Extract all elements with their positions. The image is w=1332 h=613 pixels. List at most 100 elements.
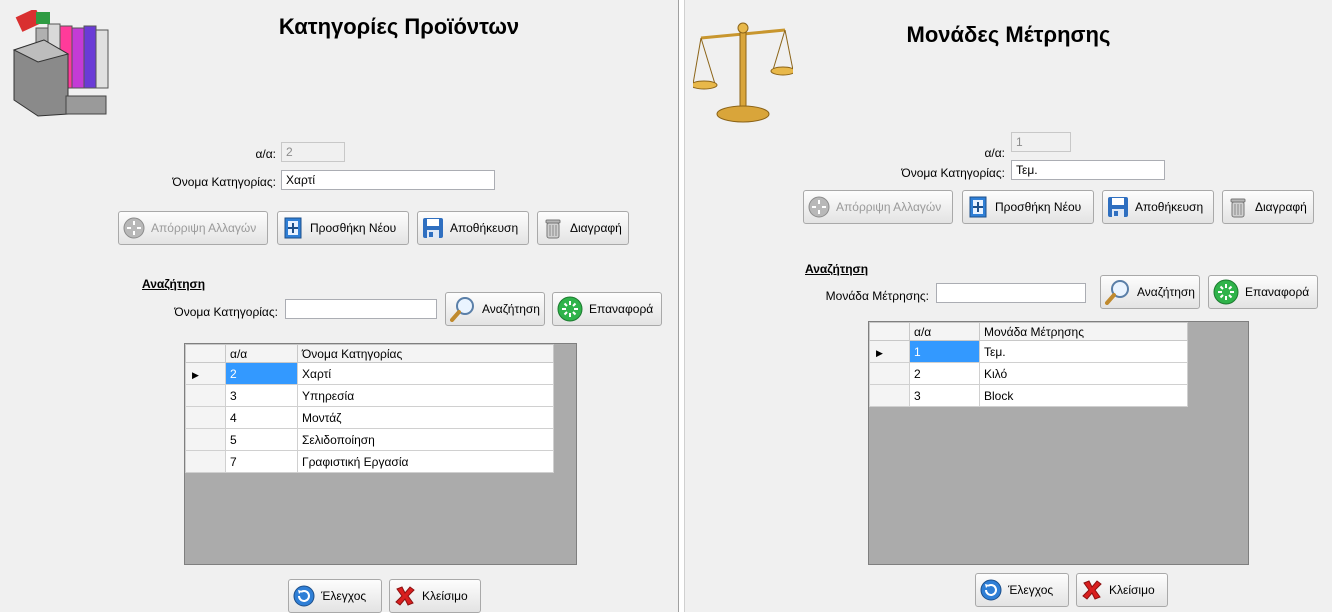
search-label: Μονάδα Μέτρησης: xyxy=(825,289,929,303)
delete-button[interactable]: Διαγραφή xyxy=(537,211,629,245)
delete-label: Διαγραφή xyxy=(1255,200,1307,214)
aa-label: α/α: xyxy=(255,147,276,161)
table-row[interactable]: 3 Block xyxy=(869,384,1188,407)
row-selector[interactable] xyxy=(869,384,910,407)
aa-field: 1 xyxy=(1011,132,1071,152)
magnifier-icon xyxy=(1105,280,1129,305)
save-label: Αποθήκευση xyxy=(450,221,519,235)
close-label: Κλείσιμο xyxy=(1109,583,1155,597)
discard-icon xyxy=(123,217,145,239)
magnifier-icon xyxy=(450,297,474,322)
name-label: Όνομα Κατηγορίας: xyxy=(172,175,276,189)
id-cell[interactable]: 1 xyxy=(909,340,980,363)
category-name-input[interactable]: Χαρτί xyxy=(281,170,495,190)
reset-button[interactable]: Επαναφορά xyxy=(1208,275,1318,309)
name-cell[interactable]: Τεμ. xyxy=(979,340,1188,363)
name-cell[interactable]: Υπηρεσία xyxy=(297,384,554,407)
column-header-aa[interactable]: α/α xyxy=(909,322,980,341)
table-row[interactable]: 3 Υπηρεσία xyxy=(185,384,554,407)
search-section-label: Αναζήτηση xyxy=(142,277,206,291)
row-selector[interactable] xyxy=(185,384,226,407)
table-row[interactable]: ▶ 2 Χαρτί xyxy=(185,362,554,385)
close-label: Κλείσιμο xyxy=(422,589,468,603)
close-button[interactable]: Κλείσιμο xyxy=(389,579,481,613)
delete-button[interactable]: Διαγραφή xyxy=(1222,190,1314,224)
discard-icon xyxy=(808,196,830,218)
search-button[interactable]: Αναζήτηση xyxy=(445,292,545,326)
reset-button-label: Επαναφορά xyxy=(1245,285,1310,299)
save-label: Αποθήκευση xyxy=(1135,200,1204,214)
name-cell[interactable]: Μοντάζ xyxy=(297,406,554,429)
row-selector[interactable]: ▶ xyxy=(869,340,910,363)
column-header-name[interactable]: Όνομα Κατηγορίας xyxy=(297,344,554,363)
row-selector[interactable]: ▶ xyxy=(185,362,226,385)
discard-changes-label: Απόρριψη Αλλαγών xyxy=(836,200,942,214)
id-cell[interactable]: 7 xyxy=(225,450,298,473)
floppy-disk-icon xyxy=(1108,197,1128,217)
id-cell[interactable]: 2 xyxy=(909,362,980,385)
row-header-corner xyxy=(185,344,226,363)
units-grid[interactable]: α/α Μονάδα Μέτρησης ▶ 1 Τεμ. 2 Κιλό 3 Bl… xyxy=(868,321,1249,565)
grid-header-row: α/α Όνομα Κατηγορίας xyxy=(185,344,554,363)
discard-changes-label: Απόρριψη Αλλαγών xyxy=(151,221,257,235)
id-cell[interactable]: 4 xyxy=(225,406,298,429)
id-cell[interactable]: 3 xyxy=(909,384,980,407)
row-selector[interactable] xyxy=(869,362,910,385)
name-cell[interactable]: Γραφιστική Εργασία xyxy=(297,450,554,473)
save-button[interactable]: Αποθήκευση xyxy=(1102,190,1214,224)
check-button[interactable]: Έλεγχος xyxy=(288,579,382,613)
add-new-icon xyxy=(969,196,987,218)
id-cell[interactable]: 5 xyxy=(225,428,298,451)
current-row-arrow-icon: ▶ xyxy=(192,369,199,380)
categories-table: α/α Όνομα Κατηγορίας ▶ 2 Χαρτί 3 Υπηρεσί… xyxy=(185,344,554,473)
trash-can-icon xyxy=(1230,198,1246,218)
table-row[interactable]: 2 Κιλό xyxy=(869,362,1188,385)
add-new-button[interactable]: Προσθήκη Νέου xyxy=(962,190,1094,224)
id-cell[interactable]: 2 xyxy=(225,362,298,385)
name-cell[interactable]: Σελιδοποίηση xyxy=(297,428,554,451)
search-section-label: Αναζήτηση xyxy=(805,262,869,276)
panel-divider xyxy=(678,0,685,612)
reset-icon xyxy=(1213,279,1239,305)
reset-button-label: Επαναφορά xyxy=(589,302,654,316)
save-button[interactable]: Αποθήκευση xyxy=(417,211,529,245)
table-row[interactable]: ▶ 1 Τεμ. xyxy=(869,340,1188,363)
name-cell[interactable]: Κιλό xyxy=(979,362,1188,385)
add-new-label: Προσθήκη Νέου xyxy=(310,221,397,235)
column-header-aa[interactable]: α/α xyxy=(225,344,298,363)
table-row[interactable]: 5 Σελιδοποίηση xyxy=(185,428,554,451)
table-row[interactable]: 7 Γραφιστική Εργασία xyxy=(185,450,554,473)
column-header-name[interactable]: Μονάδα Μέτρησης xyxy=(979,322,1188,341)
discard-changes-button[interactable]: Απόρριψη Αλλαγών xyxy=(118,211,268,245)
product-categories-form: Κατηγορίες Προϊόντων α/α: 2 Όνομα Κατηγο… xyxy=(0,0,678,613)
red-x-icon xyxy=(1082,580,1102,600)
search-button[interactable]: Αναζήτηση xyxy=(1100,275,1200,309)
name-label: Όνομα Κατηγορίας: xyxy=(901,166,1005,180)
aa-label: α/α: xyxy=(984,146,1005,160)
refresh-icon xyxy=(293,585,315,607)
row-selector[interactable] xyxy=(185,406,226,429)
discard-changes-button[interactable]: Απόρριψη Αλλαγών xyxy=(803,190,953,224)
unit-name-input[interactable]: Τεμ. xyxy=(1011,160,1165,180)
table-row[interactable]: 4 Μοντάζ xyxy=(185,406,554,429)
add-new-icon xyxy=(284,217,302,239)
search-input[interactable] xyxy=(936,283,1086,303)
check-button[interactable]: Έλεγχος xyxy=(975,573,1069,607)
units-of-measure-form: Μονάδες Μέτρησης α/α: 1 Όνομα Κατηγορίας… xyxy=(685,0,1332,612)
categories-grid[interactable]: α/α Όνομα Κατηγορίας ▶ 2 Χαρτί 3 Υπηρεσί… xyxy=(184,343,577,565)
units-table: α/α Μονάδα Μέτρησης ▶ 1 Τεμ. 2 Κιλό 3 Bl… xyxy=(869,322,1188,407)
row-selector[interactable] xyxy=(185,450,226,473)
check-label: Έλεγχος xyxy=(1008,583,1054,597)
row-selector[interactable] xyxy=(185,428,226,451)
form-title: Μονάδες Μέτρησης xyxy=(906,22,1111,47)
check-label: Έλεγχος xyxy=(321,589,367,603)
close-button[interactable]: Κλείσιμο xyxy=(1076,573,1168,607)
reset-button[interactable]: Επαναφορά xyxy=(552,292,662,326)
search-input[interactable] xyxy=(285,299,437,319)
name-cell[interactable]: Χαρτί xyxy=(297,362,554,385)
add-new-label: Προσθήκη Νέου xyxy=(995,200,1082,214)
floppy-disk-icon xyxy=(423,218,443,238)
name-cell[interactable]: Block xyxy=(979,384,1188,407)
add-new-button[interactable]: Προσθήκη Νέου xyxy=(277,211,409,245)
id-cell[interactable]: 3 xyxy=(225,384,298,407)
